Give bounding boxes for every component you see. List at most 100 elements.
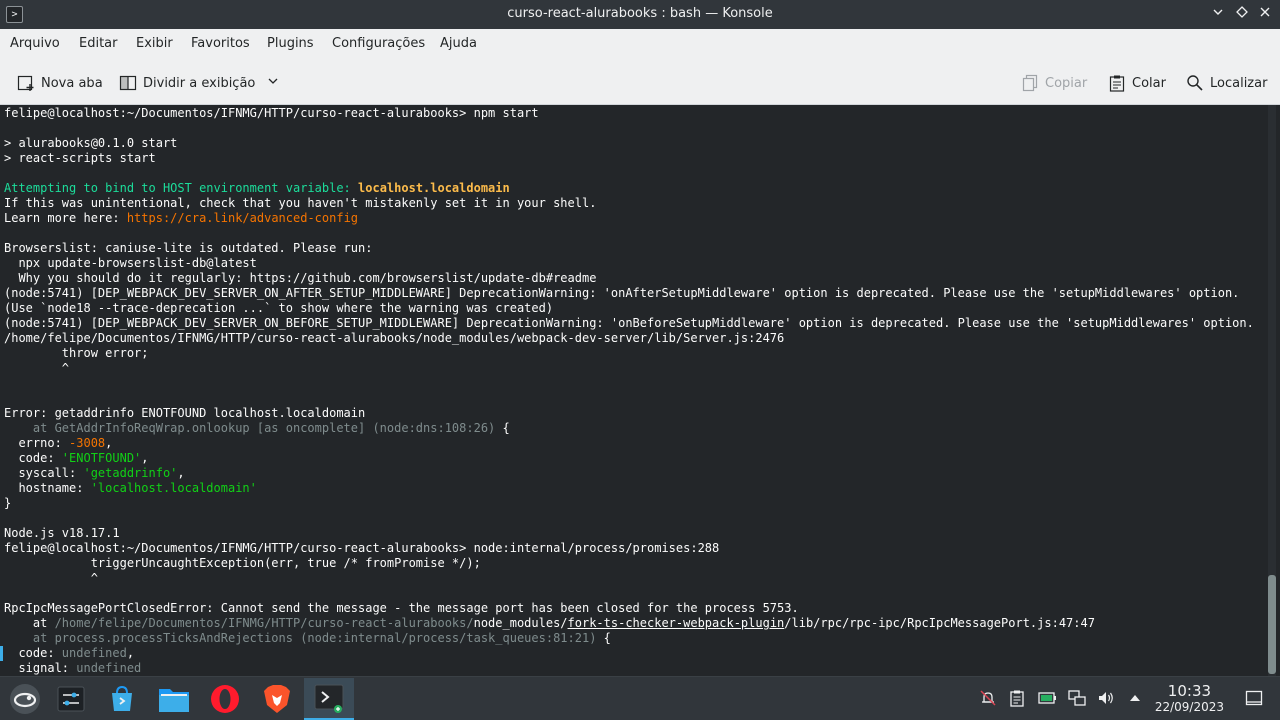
terminal-text-segment: RpcIpcMessagePortClosedError: Cannot sen… — [4, 601, 799, 615]
terminal-text-segment: https://cra.link/advanced-config — [126, 211, 359, 225]
menu-ajuda[interactable]: Ajuda — [440, 36, 477, 51]
notifications-muted-icon[interactable] — [979, 689, 997, 707]
opera-browser-icon[interactable] — [200, 678, 250, 720]
copy-button[interactable]: Copiar — [1021, 72, 1087, 94]
network-icon[interactable] — [1068, 689, 1086, 707]
terminal-text-segment: (Use `node18 --trace-deprecation ...` to… — [4, 301, 554, 315]
menu-favoritos[interactable]: Favoritos — [191, 36, 250, 51]
terminal-text-segment: , — [105, 436, 113, 450]
terminal-line: > react-scripts start — [4, 151, 1254, 166]
split-view-button[interactable]: Dividir a exibição — [119, 72, 279, 94]
paste-button[interactable]: Colar — [1108, 72, 1166, 94]
menu-editar[interactable]: Editar — [79, 36, 118, 51]
menu-arquivo[interactable]: Arquivo — [10, 36, 60, 51]
maximize-diamond-icon[interactable] — [1232, 4, 1252, 24]
menu-configuracoes[interactable]: Configurações — [332, 36, 425, 51]
terminal-line: } — [4, 496, 1254, 511]
close-icon[interactable] — [1255, 4, 1275, 24]
terminal-line: ^ — [4, 571, 1254, 586]
terminal-text-segment: at GetAddrInfoReqWrap.onlookup [as oncom… — [4, 421, 496, 435]
split-view-icon — [119, 74, 137, 92]
taskbar: 10:33 22/09/2023 — [0, 676, 1280, 720]
opensuse-logo-icon[interactable] — [0, 678, 50, 720]
terminal-text-segment: , — [141, 451, 149, 465]
terminal-text-segment: 'ENOTFOUND' — [61, 451, 142, 465]
terminal-line: syscall: 'getaddrinfo', — [4, 466, 1254, 481]
clipboard-icon[interactable] — [1008, 689, 1026, 707]
chevron-down-icon[interactable] — [267, 75, 279, 91]
line-marker — [0, 646, 3, 661]
terminal-text-segment: ^ — [4, 571, 98, 585]
terminal-text-segment: /home/felipe/Documentos/IFNMG/HTTP/curso… — [54, 616, 474, 630]
terminal-line: hostname: 'localhost.localdomain' — [4, 481, 1254, 496]
terminal-line: Learn more here: https://cra.link/advanc… — [4, 211, 1254, 226]
terminal-text-segment: If this was unintentional, check that yo… — [4, 196, 597, 210]
clock[interactable]: 10:33 22/09/2023 — [1155, 683, 1224, 715]
terminal-text-segment: undefined — [61, 646, 127, 660]
terminal-text-segment: throw error; — [4, 346, 149, 360]
terminal-text-segment: (node:5741) [DEP_WEBPACK_DEV_SERVER_ON_A… — [4, 286, 1240, 300]
terminal-line: Browserslist: caniuse-lite is outdated. … — [4, 241, 1254, 256]
new-tab-icon — [17, 74, 35, 92]
terminal-text-segment: ^ — [4, 361, 70, 375]
terminal-text-segment: Learn more here: — [4, 211, 127, 225]
scrollbar-thumb[interactable] — [1268, 575, 1276, 674]
terminal-line: Error: getaddrinfo ENOTFOUND localhost.l… — [4, 406, 1254, 421]
terminal-text-segment: > alurabooks@0.1.0 start — [4, 136, 178, 150]
terminal-line: code: 'ENOTFOUND', — [4, 451, 1254, 466]
terminal-text-segment: Attempting to bind to HOST environment v… — [4, 181, 359, 195]
minimize-chevron-icon[interactable] — [1208, 4, 1228, 24]
discover-store-icon[interactable] — [97, 678, 147, 720]
terminal-line: triggerUncaughtException(err, true /* fr… — [4, 556, 1254, 571]
paste-icon — [1108, 74, 1126, 92]
terminal-text-segment: signal: — [4, 661, 77, 675]
terminal-text-segment: , — [126, 646, 135, 660]
brave-browser-icon[interactable] — [252, 678, 302, 720]
terminal-line: at GetAddrInfoReqWrap.onlookup [as oncom… — [4, 421, 1254, 436]
menu-exibir[interactable]: Exibir — [136, 36, 173, 51]
terminal-line: (Use `node18 --trace-deprecation ...` to… — [4, 301, 1254, 316]
terminal-output[interactable]: felipe@localhost:~/Documentos/IFNMG/HTTP… — [0, 105, 1280, 676]
terminal-text-segment: 'localhost.localdomain' — [90, 481, 257, 495]
terminal-line: /home/felipe/Documentos/IFNMG/HTTP/curso… — [4, 331, 1254, 346]
terminal-line: (node:5741) [DEP_WEBPACK_DEV_SERVER_ON_A… — [4, 286, 1254, 301]
terminal-line: at process.processTicksAndRejections (no… — [4, 631, 1254, 646]
find-button[interactable]: Localizar — [1186, 72, 1267, 94]
terminal-text-segment: localhost.localdomain — [358, 181, 510, 195]
terminal-line: > alurabooks@0.1.0 start — [4, 136, 1254, 151]
terminal-text-segment: felipe@localhost:~/Documentos/IFNMG/HTTP… — [4, 106, 539, 120]
terminal-text-segment: hostname: — [4, 481, 91, 495]
paste-label: Colar — [1132, 75, 1166, 91]
volume-icon[interactable] — [1097, 689, 1115, 707]
terminal-line: ^ — [4, 361, 1254, 376]
terminal-line: signal: undefined — [4, 661, 1254, 676]
terminal-line: If this was unintentional, check that yo… — [4, 196, 1254, 211]
expand-tray-icon[interactable] — [1126, 689, 1144, 707]
find-label: Localizar — [1210, 75, 1268, 91]
terminal-scrollbar[interactable] — [1268, 105, 1276, 676]
new-tab-button[interactable]: Nova aba — [17, 72, 103, 94]
terminal-text: felipe@localhost:~/Documentos/IFNMG/HTTP… — [4, 106, 1254, 676]
terminal-text-segment: { — [495, 421, 510, 435]
terminal-text-segment: 'getaddrinfo' — [83, 466, 178, 480]
terminal-line: Attempting to bind to HOST environment v… — [4, 181, 1254, 196]
terminal-text-segment: at process.processTicksAndRejections (no… — [4, 631, 597, 645]
system-settings-icon[interactable] — [46, 678, 96, 720]
terminal-line: at /home/felipe/Documentos/IFNMG/HTTP/cu… — [4, 616, 1254, 631]
terminal-text-segment: fork-ts-checker-webpack-plugin — [567, 616, 785, 630]
split-view-label: Dividir a exibição — [143, 75, 256, 91]
terminal-text-segment: /lib/rpc/rpc-ipc/RpcIpcMessagePort.js:47… — [784, 616, 1095, 630]
file-manager-icon[interactable] — [149, 678, 199, 720]
show-desktop-icon[interactable] — [1245, 689, 1263, 707]
battery-icon[interactable] — [1038, 689, 1056, 707]
terminal-text-segment: -3008 — [69, 436, 106, 450]
terminal-text-segment: errno: — [4, 436, 70, 450]
window-titlebar[interactable]: > curso-react-alurabooks : bash — Konsol… — [0, 0, 1280, 29]
menu-plugins[interactable]: Plugins — [267, 36, 314, 51]
konsole-icon[interactable] — [304, 678, 354, 720]
terminal-line: errno: -3008, — [4, 436, 1254, 451]
terminal-text-segment: npx update-browserslist-db@latest — [4, 256, 257, 270]
